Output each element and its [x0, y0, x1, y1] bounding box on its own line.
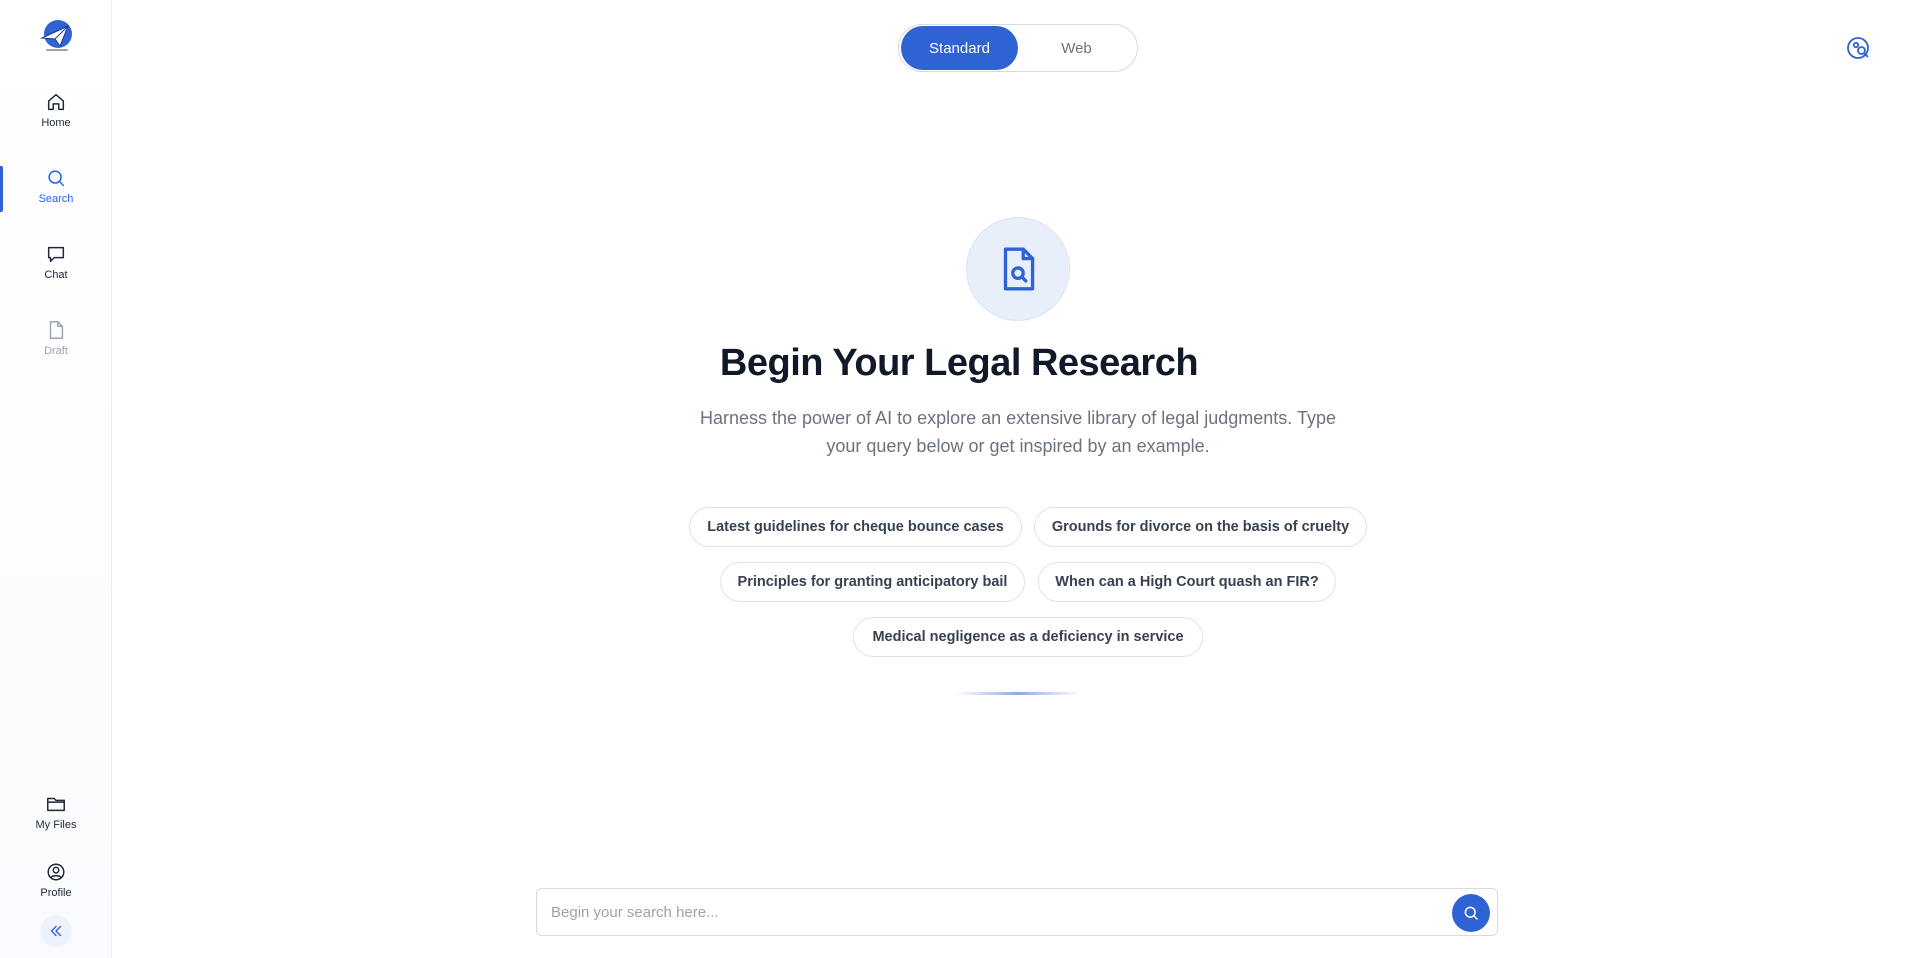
- app-logo[interactable]: [38, 18, 74, 54]
- page-title: Begin Your Legal Research: [719, 342, 1199, 384]
- sidebar-item-label: Chat: [44, 269, 68, 281]
- suggestion-chip[interactable]: When can a High Court quash an FIR?: [1038, 562, 1336, 602]
- search-bar: [536, 888, 1498, 936]
- chat-icon: [47, 246, 65, 263]
- suggestion-chip[interactable]: Medical negligence as a deficiency in se…: [853, 617, 1203, 657]
- user-circle-icon: [47, 863, 65, 881]
- search-icon: [1464, 906, 1478, 920]
- user-search-icon: [1847, 37, 1869, 59]
- sidebar: Home Search Chat Draft My Files Profile: [0, 0, 112, 958]
- search-input[interactable]: [551, 889, 1411, 935]
- suggestion-chip[interactable]: Latest guidelines for cheque bounce case…: [689, 507, 1022, 547]
- sidebar-item-label: My Files: [35, 819, 77, 831]
- collapse-sidebar-button[interactable]: [40, 915, 72, 947]
- sidebar-item-search[interactable]: Search: [0, 158, 112, 214]
- document-search-icon: [1003, 247, 1035, 291]
- sidebar-item-chat[interactable]: Chat: [0, 234, 112, 290]
- search-submit-button[interactable]: [1452, 894, 1490, 932]
- sidebar-item-label: Profile: [40, 887, 72, 899]
- sidebar-item-profile[interactable]: Profile: [0, 852, 112, 908]
- sidebar-item-label: Home: [41, 117, 71, 129]
- search-mode-toggle: Standard Web: [898, 24, 1138, 72]
- sidebar-item-home[interactable]: Home: [0, 82, 112, 138]
- suggestion-chip[interactable]: Principles for granting anticipatory bai…: [720, 562, 1025, 602]
- folder-icon: [47, 797, 65, 812]
- hero-icon-badge: [966, 217, 1070, 321]
- document-icon: [49, 321, 64, 339]
- home-icon: [47, 93, 65, 111]
- search-icon: [48, 170, 65, 187]
- research-history-button[interactable]: [1846, 36, 1872, 62]
- mode-standard-button[interactable]: Standard: [901, 26, 1018, 70]
- divider: [956, 692, 1080, 695]
- double-chevron-left-icon: [50, 925, 62, 937]
- paper-plane-logo-icon: [40, 20, 72, 51]
- sidebar-item-label: Search: [38, 193, 74, 205]
- page-subtitle: Harness the power of AI to explore an ex…: [699, 408, 1337, 456]
- suggestion-chip[interactable]: Grounds for divorce on the basis of crue…: [1034, 507, 1367, 547]
- mode-web-button[interactable]: Web: [1018, 26, 1135, 70]
- sidebar-item-my-files[interactable]: My Files: [0, 784, 112, 840]
